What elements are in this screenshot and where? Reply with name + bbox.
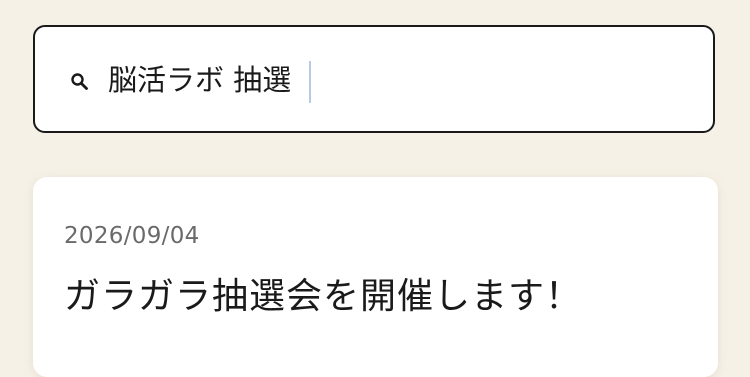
result-card[interactable]: 2026/09/04 ガラガラ抽選会を開催します！ (33, 177, 718, 377)
result-date: 2026/09/04 (64, 223, 200, 249)
result-title[interactable]: ガラガラ抽選会を開催します！ (64, 267, 582, 319)
search-input[interactable] (108, 55, 688, 105)
text-caret (309, 61, 311, 103)
search-box[interactable] (33, 25, 715, 133)
search-icon (71, 73, 88, 90)
